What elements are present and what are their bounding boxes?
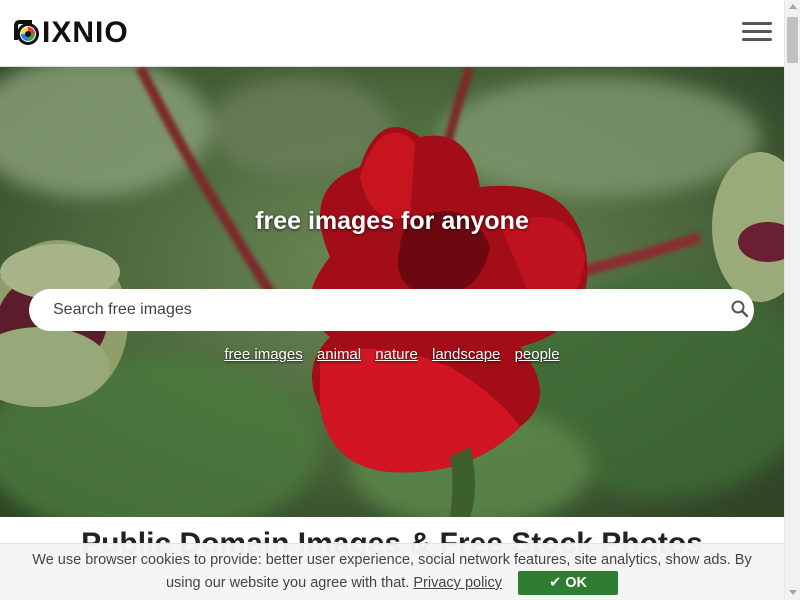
- scroll-down-arrow-icon[interactable]: [789, 590, 797, 595]
- search-input[interactable]: [53, 301, 673, 319]
- popular-tags: free images animal nature landscape peop…: [0, 346, 784, 363]
- cookie-text-line2: using our website you agree with that. P…: [0, 571, 784, 595]
- pixnio-logo[interactable]: IXNIO: [12, 16, 129, 50]
- tag-link-people[interactable]: people: [515, 346, 560, 363]
- logo-text: IXNIO: [42, 16, 129, 49]
- site-header: IXNIO: [0, 0, 784, 67]
- search-icon[interactable]: [730, 299, 750, 319]
- cookie-text-line1: We use browser cookies to provide: bette…: [32, 552, 752, 568]
- scrollbar-thumb[interactable]: [787, 17, 798, 63]
- tag-link-animal[interactable]: animal: [317, 346, 361, 363]
- camera-lens-logo-icon: [12, 18, 42, 48]
- vertical-scrollbar[interactable]: [784, 0, 800, 600]
- tag-link-free-images[interactable]: free images: [224, 346, 302, 363]
- cookie-consent-bar: We use browser cookies to provide: bette…: [0, 543, 784, 600]
- scroll-up-arrow-icon[interactable]: [789, 4, 797, 9]
- page: IXNIO free images for anyone Search free…: [0, 0, 784, 600]
- tag-link-nature[interactable]: nature: [375, 346, 418, 363]
- cookie-ok-button[interactable]: ✔ OK: [518, 571, 619, 595]
- tag-link-landscape[interactable]: landscape: [432, 346, 500, 363]
- search-bar: [29, 289, 754, 331]
- privacy-policy-link[interactable]: Privacy policy: [413, 575, 502, 591]
- hero-tagline: free images for anyone: [255, 207, 529, 235]
- hero-banner: free images for anyone free images anima…: [0, 67, 784, 517]
- hamburger-menu-icon[interactable]: [742, 22, 772, 44]
- cookie-text: using our website you agree with that.: [165, 574, 410, 591]
